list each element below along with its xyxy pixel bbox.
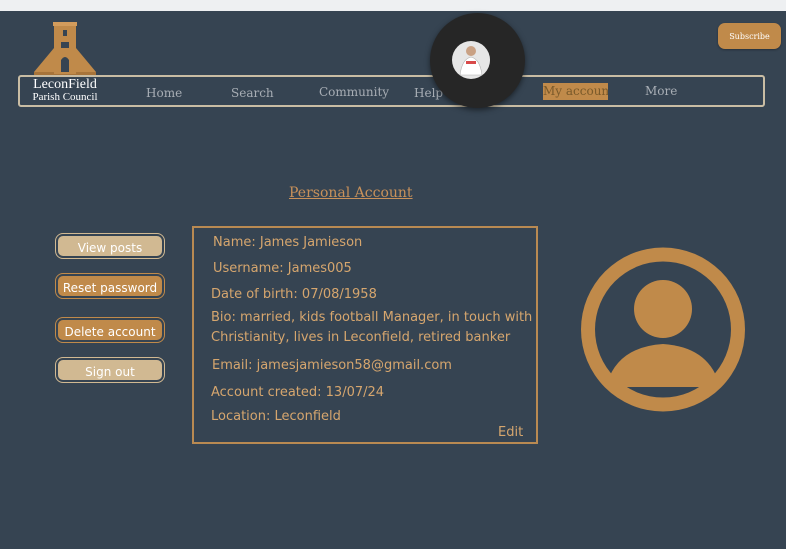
nav-community[interactable]: Community — [319, 85, 389, 99]
profile-created: Account created: 13/07/24 — [211, 385, 385, 400]
page-title: Personal Account — [289, 185, 413, 201]
music-record-icon — [452, 41, 490, 79]
top-strip — [0, 0, 786, 11]
sign-out-button[interactable]: Sign out — [55, 357, 165, 383]
profile-dob: Date of birth: 07/08/1958 — [211, 287, 377, 302]
edit-link[interactable]: Edit — [498, 425, 523, 440]
user-avatar-icon — [581, 247, 745, 412]
reset-password-button[interactable]: Reset password — [55, 273, 165, 299]
nav-my-account[interactable]: My account — [543, 83, 608, 100]
nav-home[interactable]: Home — [146, 86, 182, 100]
profile-bio-line1: Bio: married, kids football Manager, in … — [211, 310, 533, 325]
person-photo-icon — [459, 46, 483, 76]
profile-bio-line2: Christianity, lives in Leconfield, retir… — [211, 330, 511, 345]
profile-location: Location: Leconfield — [211, 409, 341, 424]
profile-username: Username: James005 — [213, 261, 352, 276]
subscribe-button[interactable]: Subscribe — [718, 23, 781, 49]
view-posts-button[interactable]: View posts — [55, 233, 165, 259]
delete-account-button[interactable]: Delete account — [55, 317, 165, 343]
music-record-widget[interactable] — [430, 13, 525, 108]
profile-name: Name: James Jamieson — [213, 235, 363, 250]
nav-search[interactable]: Search — [231, 86, 274, 100]
profile-email: Email: jamesjamieson58@gmail.com — [212, 358, 452, 373]
nav-more[interactable]: More — [645, 84, 677, 98]
